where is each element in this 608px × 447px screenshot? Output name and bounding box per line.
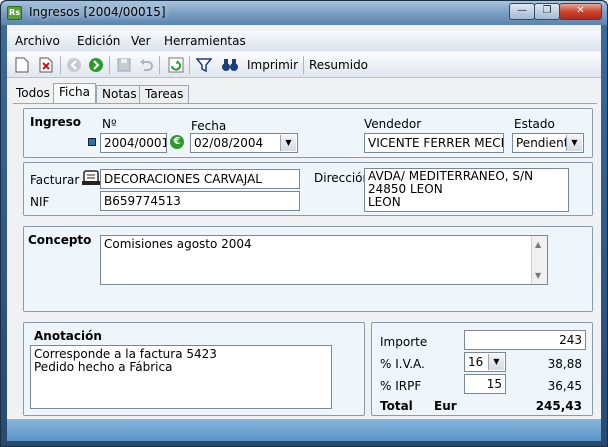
total-value: 245,43 (535, 399, 582, 413)
scroll-up-icon[interactable]: ▲ (535, 238, 541, 251)
back-icon[interactable] (65, 56, 83, 74)
status-bar (7, 419, 601, 441)
minimize-button[interactable]: — (509, 3, 535, 20)
iva-pct-value: 16 (468, 355, 484, 369)
chevron-down-icon[interactable]: ▼ (280, 135, 296, 151)
menu-archivo[interactable]: Archivo (15, 34, 60, 48)
app-icon: Rs (7, 6, 22, 20)
irpf-amount: 36,45 (547, 379, 582, 393)
concepto-textarea[interactable]: Comisiones agosto 2004 ▲ ▼ (100, 235, 548, 285)
tab-strip: Todos Ficha Notas Tareas (7, 81, 601, 103)
menu-ver[interactable]: Ver (131, 34, 151, 48)
menu-herramientas[interactable]: Herramientas (164, 34, 246, 48)
totales-section: Importe 243 % I.V.A. 16 ▼ 38,88 % IRPF 1… (371, 322, 593, 416)
importe-input[interactable]: 243 (464, 330, 586, 350)
scrollbar[interactable]: ▲ ▼ (531, 236, 547, 284)
close-button[interactable]: ✕ (559, 3, 602, 20)
fecha-input[interactable]: 02/08/2004 ▼ (190, 133, 298, 153)
anotacion-section: Anotación Corresponde a la factura 5423 … (23, 322, 365, 416)
concepto-section: Concepto Comisiones agosto 2004 ▲ ▼ (23, 226, 593, 312)
refresh-icon[interactable] (167, 56, 185, 74)
menu-edicion[interactable]: Edición (77, 34, 120, 48)
ingreso-label: Ingreso (30, 115, 82, 129)
undo-icon[interactable] (137, 56, 155, 74)
toolbar-separator (109, 56, 110, 74)
ficha-panel: Ingreso Nº 2004/00015 € Fecha 02/08/2004… (13, 103, 597, 437)
importe-label: Importe (380, 335, 428, 349)
total-label: Total (380, 399, 413, 413)
filter-icon[interactable] (195, 56, 213, 74)
contact-card-icon[interactable] (82, 168, 100, 186)
iva-select[interactable]: 16 ▼ (464, 352, 506, 372)
currency-label: Eur (434, 399, 457, 413)
estado-label: Estado (514, 117, 555, 131)
toolbar-separator (60, 56, 61, 74)
direccion-textarea[interactable]: AVDA/ MEDITERRANEO, S/N 24850 LEON LEON (364, 168, 569, 212)
nif-input[interactable]: B659774513 (100, 191, 300, 211)
save-icon[interactable] (115, 56, 133, 74)
irpf-input[interactable]: 15 (464, 374, 506, 394)
tab-ficha[interactable]: Ficha (53, 83, 96, 103)
tab-todos[interactable]: Todos (11, 85, 55, 103)
cliente-section: Facturar a DECORACIONES CARVAJAL NIF B65… (23, 162, 593, 216)
window: Rs Ingresos [2004/00015] — ❐ ✕ Archivo E… (0, 0, 608, 447)
tab-notas[interactable]: Notas (96, 85, 143, 103)
print-button[interactable]: Imprimir (247, 58, 298, 72)
delete-icon[interactable] (37, 56, 55, 74)
anotacion-line: Pedido hecho a Fábrica (34, 360, 173, 374)
numero-input[interactable]: 2004/00015 (100, 133, 167, 153)
binoculars-icon[interactable] (221, 56, 239, 74)
toolbar-separator (159, 56, 160, 74)
euro-icon[interactable]: € (170, 135, 184, 149)
iva-amount: 38,88 (547, 357, 582, 371)
chevron-down-icon[interactable]: ▼ (488, 354, 504, 370)
iva-label: % I.V.A. (380, 357, 425, 371)
scroll-down-icon[interactable]: ▼ (535, 269, 541, 282)
menu-bar: Archivo Edición Ver Herramientas (7, 31, 601, 51)
estado-select[interactable]: Pendiente ▼ (512, 133, 584, 153)
fecha-value: 02/08/2004 (194, 136, 264, 150)
toolbar-separator (189, 56, 190, 74)
maximize-button[interactable]: ❐ (534, 3, 560, 20)
ingreso-section: Ingreso Nº 2004/00015 € Fecha 02/08/2004… (23, 108, 593, 158)
concepto-value: Comisiones agosto 2004 (104, 237, 252, 251)
title-bar[interactable]: Rs Ingresos [2004/00015] — ❐ ✕ (1, 1, 607, 25)
toolbar-separator (303, 56, 304, 74)
new-document-icon[interactable] (13, 56, 31, 74)
list-icon[interactable] (88, 138, 96, 146)
numero-label: Nº (102, 117, 117, 131)
fecha-label: Fecha (191, 119, 227, 133)
concepto-label: Concepto (28, 233, 92, 247)
direccion-label: Dirección (314, 171, 371, 185)
irpf-label: % IRPF (380, 379, 422, 393)
anotacion-textarea[interactable]: Corresponde a la factura 5423 Pedido hec… (30, 345, 332, 409)
tab-tareas[interactable]: Tareas (139, 85, 190, 103)
facturar-input[interactable]: DECORACIONES CARVAJAL (100, 169, 300, 189)
direccion-line: LEON (368, 195, 401, 209)
forward-icon[interactable] (87, 56, 105, 74)
nif-label: NIF (30, 195, 50, 209)
vendedor-input[interactable]: VICENTE FERRER MECHA (364, 133, 504, 153)
window-title: Ingresos [2004/00015] (29, 5, 166, 19)
summary-button[interactable]: Resumido (309, 58, 368, 72)
anotacion-label: Anotación (34, 329, 102, 343)
client-area: Archivo Edición Ver Herramientas Imprimi… (7, 25, 601, 441)
toolbar: Imprimir Resumido (7, 52, 601, 78)
chevron-down-icon[interactable]: ▼ (566, 135, 582, 151)
vendedor-label: Vendedor (364, 117, 422, 131)
